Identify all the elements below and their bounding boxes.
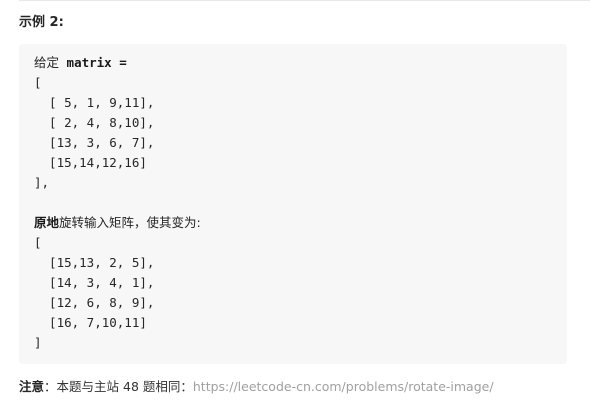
example-heading: 示例 2: xyxy=(19,15,64,30)
output-matrix-close: ] xyxy=(34,335,42,350)
output-matrix-row: [15,13, 2, 5], xyxy=(34,255,155,270)
instruction-text: 旋转输入矩阵，使其变为: xyxy=(59,215,201,230)
intro-code: matrix = xyxy=(59,55,127,70)
top-divider xyxy=(19,0,590,1)
code-intro-line: 给定 matrix = xyxy=(34,53,552,73)
output-matrix-row: [16, 7,10,11] xyxy=(34,315,147,330)
problem-link[interactable]: https://leetcode-cn.com/problems/rotate-… xyxy=(193,379,494,394)
input-matrix-open: [ xyxy=(34,75,42,90)
instruction-line: 原地旋转输入矩阵，使其变为: xyxy=(34,213,552,233)
input-matrix-row: [ 5, 1, 9,11], xyxy=(34,95,155,110)
input-matrix-close: ], xyxy=(34,175,50,190)
note-label: 注意 xyxy=(19,379,45,394)
note-text: ：本题与主站 48 题相同： xyxy=(44,379,193,394)
output-matrix-row: [12, 6, 8, 9], xyxy=(34,295,155,310)
intro-label: 给定 xyxy=(34,55,60,70)
input-matrix-row: [ 2, 4, 8,10], xyxy=(34,115,155,130)
instruction-bold: 原地 xyxy=(34,215,60,230)
output-matrix-row: [14, 3, 4, 1], xyxy=(34,275,155,290)
output-matrix-open: [ xyxy=(34,235,42,250)
code-block: 给定 matrix = [ [ 5, 1, 9,11], [ 2, 4, 8,1… xyxy=(19,44,567,364)
input-matrix-row: [13, 3, 6, 7], xyxy=(34,135,155,150)
input-matrix-row: [15,14,12,16] xyxy=(34,155,147,170)
footer-note: 注意：本题与主站 48 题相同：https://leetcode-cn.com/… xyxy=(19,377,494,397)
